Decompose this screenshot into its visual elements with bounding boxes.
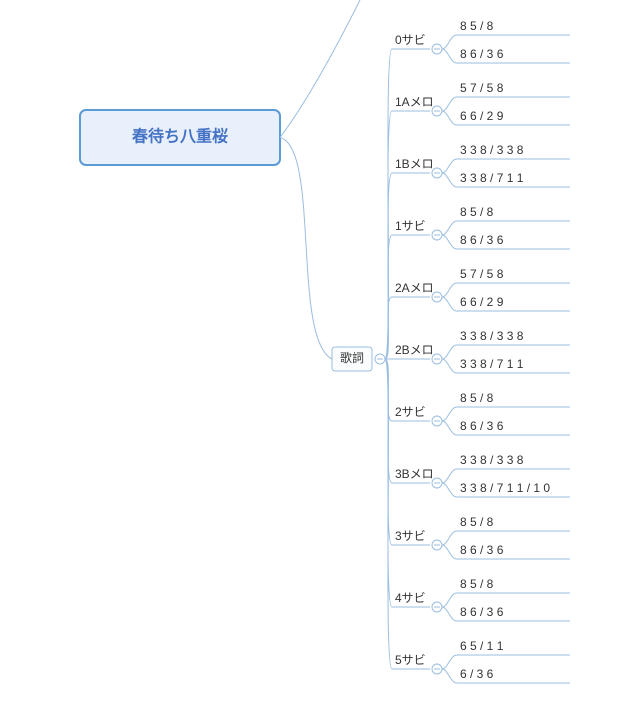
leaf-value: 3 3 8 / 7 1 1	[460, 357, 524, 371]
leaf-value: 3 3 8 / 7 1 1	[460, 171, 524, 185]
connector-section-leaf	[442, 221, 457, 235]
connector-section-leaf	[442, 159, 457, 173]
connector-section-leaf	[442, 545, 457, 559]
connector-section-leaf	[442, 407, 457, 421]
leaf-value: 3 3 8 / 3 3 8	[460, 453, 524, 467]
section-label[interactable]: 1Bメロ	[395, 157, 434, 171]
connector-root-kashi	[280, 138, 332, 360]
section-label[interactable]: 2Bメロ	[395, 343, 434, 357]
leaf-value: 8 5 / 8	[460, 391, 494, 405]
leaf-value: 5 7 / 5 8	[460, 267, 504, 281]
section-label[interactable]: 1Aメロ	[395, 95, 434, 109]
connector-section-leaf	[442, 283, 457, 297]
section-label[interactable]: 1サビ	[395, 219, 426, 233]
connector-section-leaf	[442, 345, 457, 359]
connector-section-leaf	[442, 531, 457, 545]
section-label[interactable]: 3サビ	[395, 529, 426, 543]
connector-section-leaf	[442, 49, 457, 63]
leaf-value: 6 6 / 2 9	[460, 109, 504, 123]
leaf-value: 8 5 / 8	[460, 19, 494, 33]
section-label[interactable]: 0サビ	[395, 33, 426, 47]
leaf-value: 8 6 / 3 6	[460, 605, 504, 619]
leaf-value: 8 6 / 3 6	[460, 419, 504, 433]
connector-section-leaf	[442, 235, 457, 249]
connector-root-up	[280, 0, 360, 138]
connector-section-leaf	[442, 35, 457, 49]
leaf-value: 8 5 / 8	[460, 577, 494, 591]
connector-kashi-section	[385, 297, 392, 359]
leaf-value: 8 5 / 8	[460, 205, 494, 219]
leaf-value: 8 5 / 8	[460, 515, 494, 529]
root-title: 春待ち八重桜	[131, 127, 228, 146]
connector-section-leaf	[442, 421, 457, 435]
leaf-value: 8 6 / 3 6	[460, 543, 504, 557]
leaf-value: 5 7 / 5 8	[460, 81, 504, 95]
connector-section-leaf	[442, 359, 457, 373]
connector-section-leaf	[442, 669, 457, 683]
leaf-value: 3 3 8 / 3 3 8	[460, 143, 524, 157]
leaf-value: 6 6 / 2 9	[460, 295, 504, 309]
connector-section-leaf	[442, 469, 457, 483]
kashi-label: 歌詞	[340, 350, 364, 365]
section-label[interactable]: 4サビ	[395, 591, 426, 605]
connector-section-leaf	[442, 173, 457, 187]
leaf-value: 8 6 / 3 6	[460, 233, 504, 247]
section-label[interactable]: 5サビ	[395, 653, 426, 667]
leaf-value: 6 5 / 1 1	[460, 639, 504, 653]
connector-section-leaf	[442, 607, 457, 621]
connector-section-leaf	[442, 483, 457, 497]
leaf-value: 8 6 / 3 6	[460, 47, 504, 61]
leaf-value: 6 / 3 6	[460, 667, 494, 681]
connector-section-leaf	[442, 593, 457, 607]
connector-section-leaf	[442, 97, 457, 111]
leaf-value: 3 3 8 / 7 1 1 / 1 0	[460, 481, 550, 495]
connector-section-leaf	[442, 297, 457, 311]
leaf-value: 3 3 8 / 3 3 8	[460, 329, 524, 343]
connector-section-leaf	[442, 111, 457, 125]
section-label[interactable]: 2サビ	[395, 405, 426, 419]
section-label[interactable]: 2Aメロ	[395, 281, 434, 295]
section-label[interactable]: 3Bメロ	[395, 467, 434, 481]
connector-kashi-section	[385, 359, 392, 669]
connector-section-leaf	[442, 655, 457, 669]
